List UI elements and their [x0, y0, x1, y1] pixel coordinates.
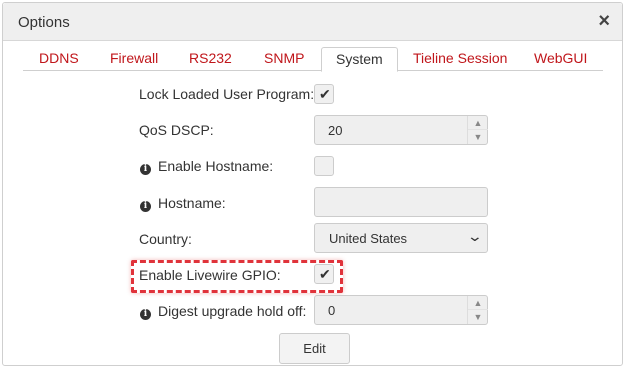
digest-upgrade-hold-off-label: Digest upgrade hold off:: [158, 303, 307, 319]
country-value: United States: [329, 231, 408, 246]
enable-hostname-label: Enable Hostname:: [158, 158, 274, 174]
digest-spinner: ▲ ▼: [467, 296, 488, 324]
tab-ddns[interactable]: DDNS: [39, 47, 79, 71]
info-icon: i: [140, 201, 151, 212]
tab-firewall[interactable]: Firewall: [110, 47, 158, 71]
options-dialog: Options × DDNS Firewall RS232 SNMP Syste…: [2, 2, 623, 366]
chevron-down-icon: ⌄: [466, 228, 484, 244]
spin-up-icon[interactable]: ▲: [468, 296, 488, 310]
spin-down-icon[interactable]: ▼: [468, 310, 488, 324]
qos-dscp-label: QoS DSCP:: [139, 122, 214, 138]
lock-loaded-user-program-checkbox[interactable]: ✔: [314, 84, 334, 104]
tab-tieline-session[interactable]: Tieline Session: [413, 47, 507, 71]
close-icon[interactable]: ×: [598, 10, 610, 32]
spin-down-icon[interactable]: ▼: [468, 130, 488, 144]
info-icon: i: [140, 164, 151, 175]
country-select[interactable]: United States ⌄: [314, 223, 488, 253]
digest-upgrade-hold-off-label-row: i Digest upgrade hold off:: [140, 303, 306, 320]
tab-bar: DDNS Firewall RS232 SNMP System Tieline …: [23, 47, 603, 72]
lock-loaded-user-program-label: Lock Loaded User Program:: [139, 86, 315, 102]
enable-livewire-gpio-label: Enable Livewire GPIO:: [139, 267, 281, 283]
qos-dscp-input[interactable]: 20 ▲ ▼: [314, 115, 488, 145]
qos-dscp-spinner: ▲ ▼: [467, 116, 488, 144]
tab-rs232[interactable]: RS232: [189, 47, 232, 71]
hostname-input[interactable]: [314, 187, 488, 217]
enable-hostname-label-row: i Enable Hostname:: [140, 158, 273, 175]
tab-snmp[interactable]: SNMP: [264, 47, 304, 71]
hostname-label-row: i Hostname:: [140, 195, 226, 212]
enable-livewire-gpio-checkbox[interactable]: ✔: [314, 264, 334, 284]
tab-webgui[interactable]: WebGUI: [534, 47, 587, 71]
country-label: Country:: [139, 231, 192, 247]
dialog-titlebar: Options ×: [3, 3, 622, 41]
tab-system[interactable]: System: [321, 47, 398, 72]
check-icon: ✔: [319, 266, 331, 282]
edit-button[interactable]: Edit: [279, 333, 350, 364]
qos-dscp-value: 20: [328, 123, 343, 138]
hostname-label: Hostname:: [158, 195, 226, 211]
dialog-title: Options: [18, 14, 70, 31]
spin-up-icon[interactable]: ▲: [468, 116, 488, 130]
enable-hostname-checkbox[interactable]: [314, 156, 334, 176]
digest-upgrade-hold-off-value: 0: [328, 303, 336, 318]
info-icon: i: [140, 309, 151, 320]
check-icon: ✔: [319, 86, 331, 102]
digest-upgrade-hold-off-input[interactable]: 0 ▲ ▼: [314, 295, 488, 325]
